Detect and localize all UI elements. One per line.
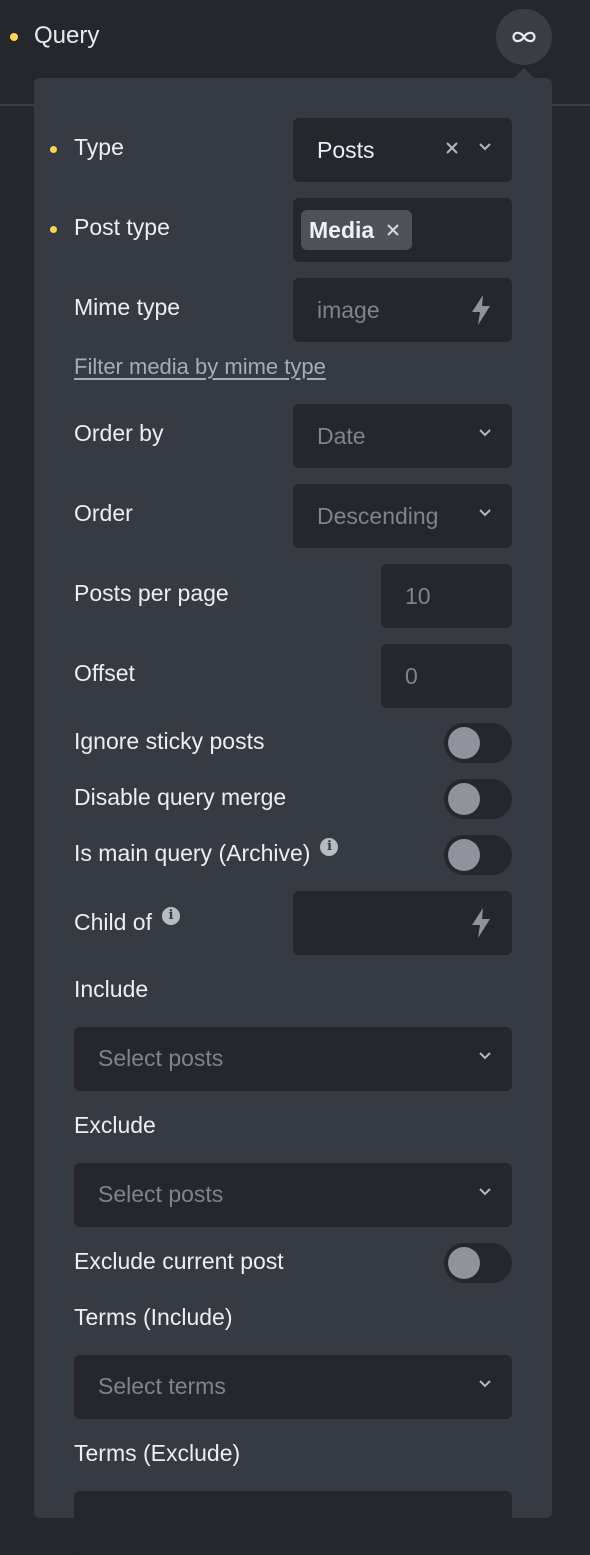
post-type-tag: Media xyxy=(301,210,413,250)
filter-mime-type-link[interactable]: Filter media by mime type xyxy=(74,354,326,380)
exclude-placeholder: Select posts xyxy=(98,1181,224,1207)
child-of-label: Child of xyxy=(74,909,152,935)
tag-label: Media xyxy=(309,216,375,243)
child-of-input[interactable] xyxy=(293,891,512,955)
include-select[interactable]: Select posts xyxy=(74,1027,512,1091)
type-row: Type Posts xyxy=(34,118,552,182)
type-label: Type xyxy=(74,134,124,160)
exclude-current-toggle[interactable] xyxy=(444,1243,512,1283)
info-icon[interactable]: i xyxy=(161,906,180,925)
infinity-icon xyxy=(512,31,536,43)
mime-type-placeholder: image xyxy=(317,296,380,323)
section-title: Query xyxy=(34,22,100,49)
chevron-down-icon xyxy=(479,143,491,151)
toggle-knob xyxy=(448,727,480,759)
disable-merge-row: Disable query merge xyxy=(34,779,552,819)
ignore-sticky-label: Ignore sticky posts xyxy=(74,728,265,754)
info-icon[interactable]: i xyxy=(320,837,339,856)
include-label: Include xyxy=(74,976,149,1002)
infinity-toggle-button[interactable] xyxy=(496,9,552,65)
offset-row: Offset 0 xyxy=(34,644,552,708)
type-select[interactable]: Posts xyxy=(293,118,512,182)
modified-indicator-dot xyxy=(10,33,18,41)
posts-per-page-row: Posts per page 10 xyxy=(34,564,552,628)
order-by-label: Order by xyxy=(74,420,164,446)
dynamic-data-icon[interactable] xyxy=(470,907,492,939)
order-row: Order Descending xyxy=(34,484,552,548)
ignore-sticky-row: Ignore sticky posts xyxy=(34,723,552,763)
modified-indicator-dot xyxy=(50,146,57,153)
popover-arrow xyxy=(514,68,534,78)
modified-indicator-dot xyxy=(50,226,57,233)
main-query-label-wrap: Is main query (Archive) i xyxy=(74,837,339,867)
order-by-select[interactable]: Date xyxy=(293,404,512,468)
post-type-select[interactable]: Media xyxy=(293,198,512,262)
exclude-label: Exclude xyxy=(74,1112,156,1138)
child-of-label-wrap: Child of i xyxy=(74,906,180,936)
include-placeholder: Select posts xyxy=(98,1045,224,1071)
type-value: Posts xyxy=(317,136,375,163)
post-type-row: Post type Media xyxy=(34,198,552,262)
posts-per-page-input[interactable]: 10 xyxy=(381,564,512,628)
terms-include-select[interactable]: Select terms xyxy=(74,1355,512,1419)
chevron-down-icon xyxy=(479,1380,491,1388)
toggle-knob xyxy=(448,783,480,815)
chevron-down-icon xyxy=(479,1052,491,1060)
clear-icon[interactable] xyxy=(444,140,460,156)
disable-merge-toggle[interactable] xyxy=(444,779,512,819)
chevron-down-icon xyxy=(479,509,491,517)
dynamic-data-icon[interactable] xyxy=(470,294,492,326)
child-of-row: Child of i xyxy=(34,891,552,955)
main-query-label: Is main query (Archive) xyxy=(74,840,311,866)
toggle-knob xyxy=(448,1247,480,1279)
remove-tag-icon[interactable] xyxy=(386,223,400,237)
main-query-row: Is main query (Archive) i xyxy=(34,835,552,875)
order-label: Order xyxy=(74,500,133,526)
offset-input[interactable]: 0 xyxy=(381,644,512,708)
disable-merge-label: Disable query merge xyxy=(74,784,287,810)
mime-type-input[interactable]: image xyxy=(293,278,512,342)
offset-placeholder: 0 xyxy=(405,662,418,689)
posts-per-page-placeholder: 10 xyxy=(405,582,431,609)
post-type-label: Post type xyxy=(74,214,170,240)
main-query-toggle[interactable] xyxy=(444,835,512,875)
terms-exclude-label: Terms (Exclude) xyxy=(74,1440,241,1466)
terms-include-label: Terms (Include) xyxy=(74,1304,233,1330)
order-select[interactable]: Descending xyxy=(293,484,512,548)
exclude-current-label: Exclude current post xyxy=(74,1248,284,1274)
order-by-row: Order by Date xyxy=(34,404,552,468)
ignore-sticky-toggle[interactable] xyxy=(444,723,512,763)
posts-per-page-label: Posts per page xyxy=(74,580,229,606)
offset-label: Offset xyxy=(74,660,135,686)
chevron-down-icon xyxy=(479,1188,491,1196)
query-settings-panel: Type Posts Post type Media Mime type ima… xyxy=(34,78,552,1555)
order-placeholder: Descending xyxy=(317,502,439,529)
terms-include-placeholder: Select terms xyxy=(98,1373,226,1399)
exclude-select[interactable]: Select posts xyxy=(74,1163,512,1227)
toggle-knob xyxy=(448,839,480,871)
exclude-current-row: Exclude current post xyxy=(34,1243,552,1283)
mime-type-row: Mime type image xyxy=(34,278,552,342)
mime-type-label: Mime type xyxy=(74,294,181,320)
chevron-down-icon xyxy=(479,429,491,437)
terms-exclude-select[interactable] xyxy=(74,1491,512,1555)
order-by-placeholder: Date xyxy=(317,422,366,449)
